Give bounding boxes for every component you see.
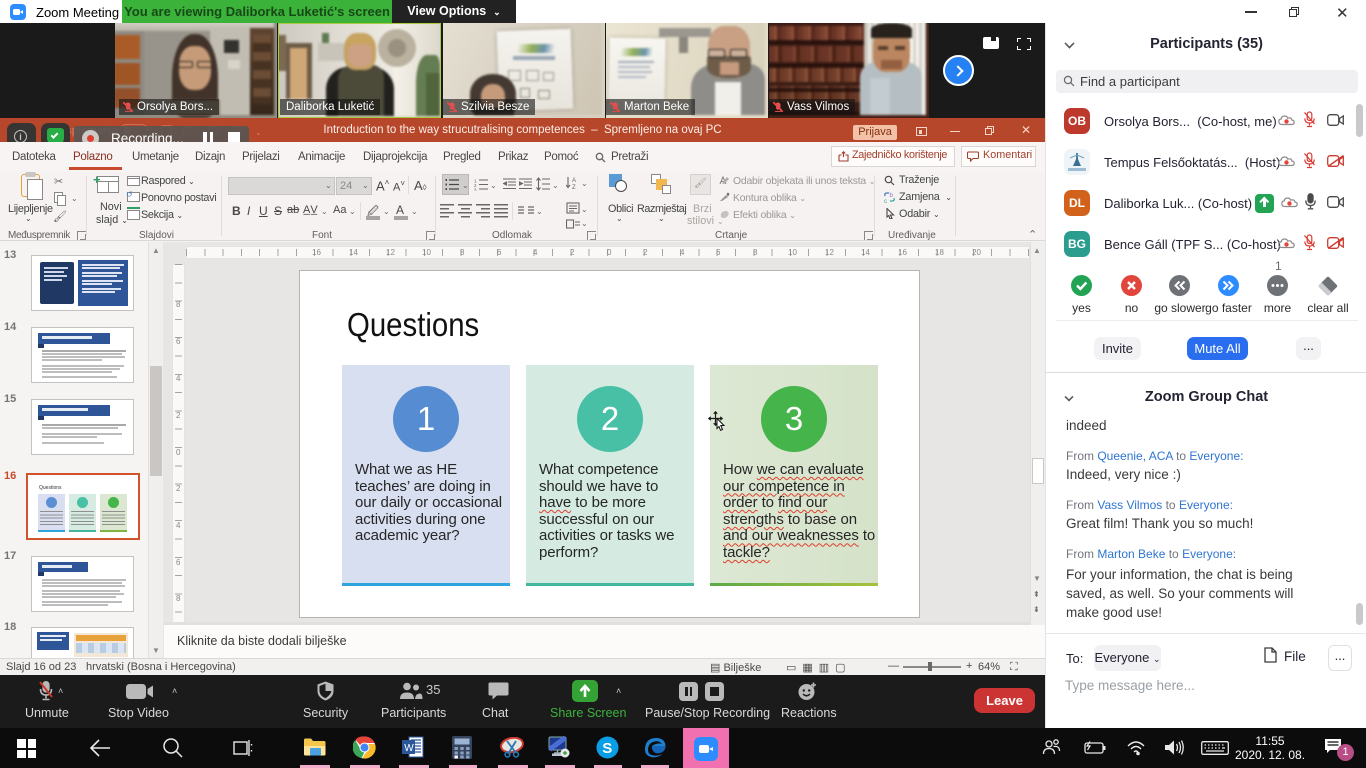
- svg-text:c: c: [884, 199, 887, 203]
- svg-text:A: A: [572, 178, 576, 184]
- svg-text:W: W: [404, 743, 414, 754]
- svg-text:3: 3: [474, 188, 477, 192]
- svg-text:S: S: [602, 740, 612, 757]
- svg-text:Z: Z: [572, 185, 576, 190]
- svg-text:b: b: [890, 193, 894, 199]
